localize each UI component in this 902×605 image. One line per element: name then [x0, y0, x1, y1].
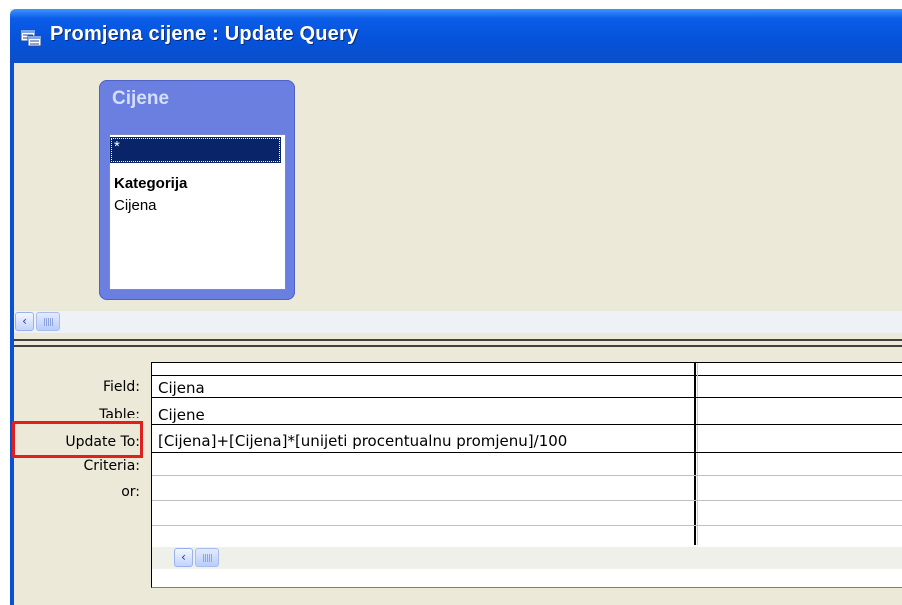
highlight-box: [12, 421, 143, 458]
column-divider-shadow: [697, 363, 698, 545]
cell-update-to-1[interactable]: [Cijena]+[Cijena]*[unijeti procentualnu …: [158, 432, 567, 450]
row-label-or: or:: [121, 484, 140, 500]
scroll-left-icon[interactable]: ‹: [174, 548, 193, 567]
field-list-item-cijena[interactable]: Cijena: [110, 195, 281, 217]
row-line: [152, 452, 902, 453]
row-label-field: Field:: [102, 379, 140, 395]
query-design-window: Promjena cijene : Update Query Cijene * …: [10, 9, 902, 605]
column-selector-row[interactable]: [152, 363, 902, 376]
row-line: [152, 397, 902, 398]
row-line: [152, 475, 902, 476]
title-bar[interactable]: Promjena cijene : Update Query: [10, 9, 902, 63]
cell-field-1[interactable]: Cijena: [158, 379, 205, 397]
scroll-thumb-grip-icon: [203, 554, 212, 562]
scroll-thumb-grip-icon: [44, 318, 53, 326]
column-divider: [694, 363, 696, 545]
scroll-thumb[interactable]: [36, 312, 60, 331]
row-label-criteria: Criteria:: [83, 458, 140, 474]
row-line: [152, 500, 902, 501]
grid-scrollbar[interactable]: ‹: [152, 547, 902, 569]
row-line: [152, 525, 902, 526]
query-icon: [20, 29, 42, 47]
field-list-item-kategorija[interactable]: Kategorija: [110, 173, 281, 195]
design-grid[interactable]: Cijena Cijene [Cijena]+[Cijena]*[unijeti…: [151, 362, 902, 588]
field-list[interactable]: * Kategorija Cijena: [109, 134, 286, 290]
row-labels: Field: Table: Update To: Criteria: or:: [14, 347, 140, 605]
scroll-thumb[interactable]: [195, 548, 219, 567]
scroll-left-icon[interactable]: ‹: [15, 312, 34, 331]
pane-splitter[interactable]: [14, 339, 902, 347]
field-list-item-all[interactable]: *: [110, 137, 281, 163]
row-line: [152, 424, 902, 425]
field-list-window[interactable]: Cijene * Kategorija Cijena: [99, 80, 295, 300]
table-pane-scrollbar[interactable]: ‹: [14, 311, 902, 333]
cell-table-1[interactable]: Cijene: [158, 406, 205, 424]
table-pane[interactable]: Cijene * Kategorija Cijena ‹: [14, 63, 902, 339]
field-list-title[interactable]: Cijene: [112, 88, 169, 110]
design-grid-pane: Field: Table: Update To: Criteria: or: C…: [14, 347, 902, 605]
window-title: Promjena cijene : Update Query: [50, 23, 359, 45]
